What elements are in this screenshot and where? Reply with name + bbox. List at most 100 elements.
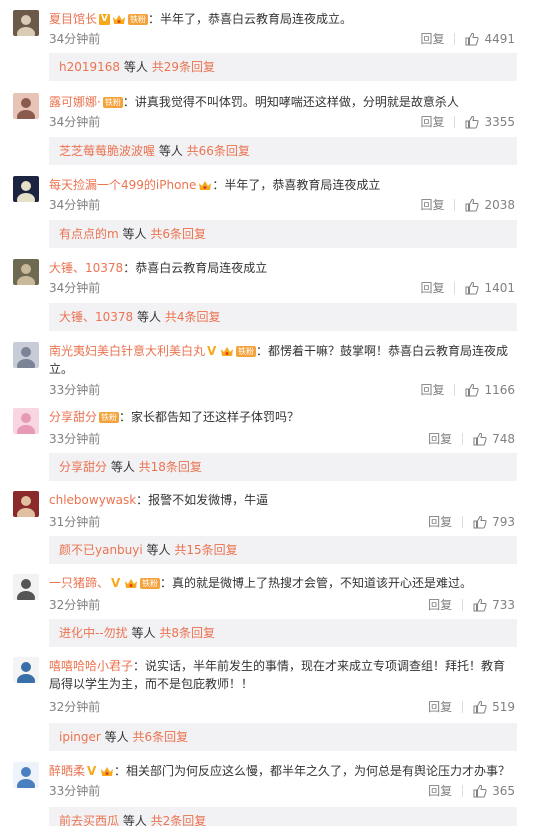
username-link[interactable]: 夏目馆长 xyxy=(49,12,97,26)
username-link[interactable]: 每天捡漏一个499的iPhone xyxy=(49,178,196,192)
avatar[interactable] xyxy=(13,762,39,788)
comment-content: 夏目馆长 V 铁粉 ：半年了，恭喜白云教育局连夜成立。 xyxy=(49,10,515,28)
action-divider xyxy=(454,281,456,294)
username-link[interactable]: 大锤、10378 xyxy=(49,261,123,275)
thumbs-up-icon xyxy=(473,700,487,713)
more-replies-link[interactable]: ipinger 等人 共6条回复 xyxy=(49,723,517,751)
reply-button[interactable]: 回复 xyxy=(420,113,444,130)
avatar[interactable] xyxy=(13,176,39,202)
reply-button[interactable]: 回复 xyxy=(428,513,452,530)
comment-content: 大锤、10378：恭喜白云教育局连夜成立 xyxy=(49,259,515,277)
avatar[interactable] xyxy=(13,10,39,36)
comment-actions: 回复 793 xyxy=(428,513,515,530)
like-button[interactable]: 519 xyxy=(473,700,515,714)
more-replies-link[interactable]: 进化中--勿扰 等人 共8条回复 xyxy=(49,619,517,647)
username-link[interactable]: 露可娜娜· xyxy=(49,95,101,109)
reply-button[interactable]: 回复 xyxy=(420,279,444,296)
comment-content: 每天捡漏一个499的iPhone ：半年了，恭喜教育局连夜成立 xyxy=(49,176,515,194)
replier-name: 大锤、10378 xyxy=(59,310,134,324)
comment-content: 露可娜娜· 铁粉 ：讲真我觉得不叫体罚。明知哮喘还这样做，分明就是故意杀人 xyxy=(49,93,515,111)
comment-text: ：报警不如发微博，牛逼 xyxy=(136,493,269,507)
avatar[interactable] xyxy=(13,259,39,285)
avatar[interactable] xyxy=(13,93,39,119)
action-divider xyxy=(462,700,464,713)
more-replies-link[interactable]: 有点点的m 等人 共6条回复 xyxy=(49,220,517,248)
comment-text: ：真的就是微博上了热搜才会管，不知道该开心还是难过。 xyxy=(160,576,473,590)
more-replies-link[interactable]: 大锤、10378 等人 共4条回复 xyxy=(49,303,517,331)
more-replies-link[interactable]: 芝芝莓莓脆波波喔 等人 共66条回复 xyxy=(49,137,517,165)
comment-content: 南光夷妇美白针意大利美白丸 V 铁粉 ：都愣着干嘛？鼓掌啊！恭喜白云教育局连夜成立。 xyxy=(49,342,515,378)
like-button[interactable]: 733 xyxy=(473,598,515,612)
replier-name: 分享甜分 xyxy=(59,460,108,474)
reply-button[interactable]: 回复 xyxy=(420,381,444,398)
replies-total: 共15条回复 xyxy=(174,543,238,557)
like-button[interactable]: 1166 xyxy=(465,383,515,397)
crown-icon xyxy=(113,15,126,24)
action-divider xyxy=(454,32,456,45)
thumbs-up-icon xyxy=(473,432,487,445)
like-button[interactable]: 4491 xyxy=(465,32,515,46)
avatar[interactable] xyxy=(13,491,39,517)
username-link[interactable]: chlebowywask xyxy=(49,493,136,507)
avatar[interactable] xyxy=(13,342,39,368)
replies-connector: 等人 xyxy=(100,730,133,744)
comment-text: ：半年了，恭喜白云教育局连夜成立。 xyxy=(148,12,353,26)
username-link[interactable]: 分享甜分 xyxy=(49,410,97,424)
comment-time: 33分钟前 xyxy=(49,383,101,397)
username-link[interactable]: 嘻嘻哈哈小君子 xyxy=(49,659,133,673)
reply-button[interactable]: 回复 xyxy=(428,698,452,715)
comment-content: 一只猪蹄、 V 铁粉 ：真的就是微博上了热搜才会管，不知道该开心还是难过。 xyxy=(49,574,515,592)
thumbs-up-icon xyxy=(465,198,480,211)
replies-connector: 等人 xyxy=(155,144,187,158)
comment-time: 34分钟前 xyxy=(49,198,101,212)
comment-text: ：相关部门为何反应这么慢，都半年之久了，为何总是有舆论压力才办事？ xyxy=(114,764,511,778)
replier-name: h2019168 xyxy=(59,60,121,74)
verified-v-icon: V xyxy=(87,764,97,778)
replies-connector: 等人 xyxy=(120,60,152,74)
more-replies-link[interactable]: 前去买西瓜 等人 共2条回复 xyxy=(49,807,517,826)
more-replies-link[interactable]: 颜不已yanbuyi 等人 共15条回复 xyxy=(49,536,517,564)
replies-total: 共8条回复 xyxy=(159,626,215,640)
comment-content: 嘻嘻哈哈小君子：说实话，半年前发生的事情，现在才来成立专项调查组！拜托！教育局得… xyxy=(49,657,515,693)
reply-button[interactable]: 回复 xyxy=(428,782,452,799)
replies-total: 共29条回复 xyxy=(151,60,215,74)
like-button[interactable]: 748 xyxy=(473,432,515,446)
avatar[interactable] xyxy=(13,657,39,683)
replies-total: 共2条回复 xyxy=(150,814,207,826)
like-button[interactable]: 3355 xyxy=(465,115,515,129)
comment-time: 33分钟前 xyxy=(49,784,101,798)
replies-total: 共6条回复 xyxy=(150,227,206,241)
crown-icon xyxy=(199,181,212,190)
avatar[interactable] xyxy=(13,408,39,434)
more-replies-link[interactable]: 分享甜分 等人 共18条回复 xyxy=(49,453,517,481)
thumbs-up-icon xyxy=(465,32,480,45)
replies-total: 共4条回复 xyxy=(164,310,221,324)
replier-name: 芝芝莓莓脆波波喔 xyxy=(59,144,156,158)
username-link[interactable]: 南光夷妇美白针意大利美白丸 xyxy=(49,344,205,358)
avatar[interactable] xyxy=(13,574,39,600)
reply-button[interactable]: 回复 xyxy=(420,196,444,213)
crown-icon xyxy=(125,579,138,588)
comment-actions: 回复 748 xyxy=(428,430,515,447)
comment-time: 34分钟前 xyxy=(49,32,101,46)
verified-v-icon: V xyxy=(207,344,217,358)
like-button[interactable]: 2038 xyxy=(465,198,515,212)
action-divider xyxy=(462,432,464,445)
action-divider xyxy=(462,515,464,528)
reply-button[interactable]: 回复 xyxy=(428,596,452,613)
more-replies-link[interactable]: h2019168 等人 共29条回复 xyxy=(49,53,517,81)
reply-button[interactable]: 回复 xyxy=(420,30,444,47)
replies-connector: 等人 xyxy=(133,310,165,324)
like-button[interactable]: 793 xyxy=(473,515,515,529)
comment-time: 32分钟前 xyxy=(49,598,101,612)
like-button[interactable]: 1401 xyxy=(465,281,515,295)
action-divider xyxy=(454,383,456,396)
thumbs-up-icon xyxy=(465,383,480,396)
replies-total: 共18条回复 xyxy=(138,460,202,474)
comment-content: 醉晒柔 V ：相关部门为何反应这么慢，都半年之久了，为何总是有舆论压力才办事？ xyxy=(49,762,515,780)
reply-button[interactable]: 回复 xyxy=(428,430,452,447)
like-button[interactable]: 365 xyxy=(473,784,515,798)
like-count: 2038 xyxy=(484,197,515,212)
username-link[interactable]: 醉晒柔 xyxy=(49,764,85,778)
username-link[interactable]: 一只猪蹄、 xyxy=(49,576,109,590)
